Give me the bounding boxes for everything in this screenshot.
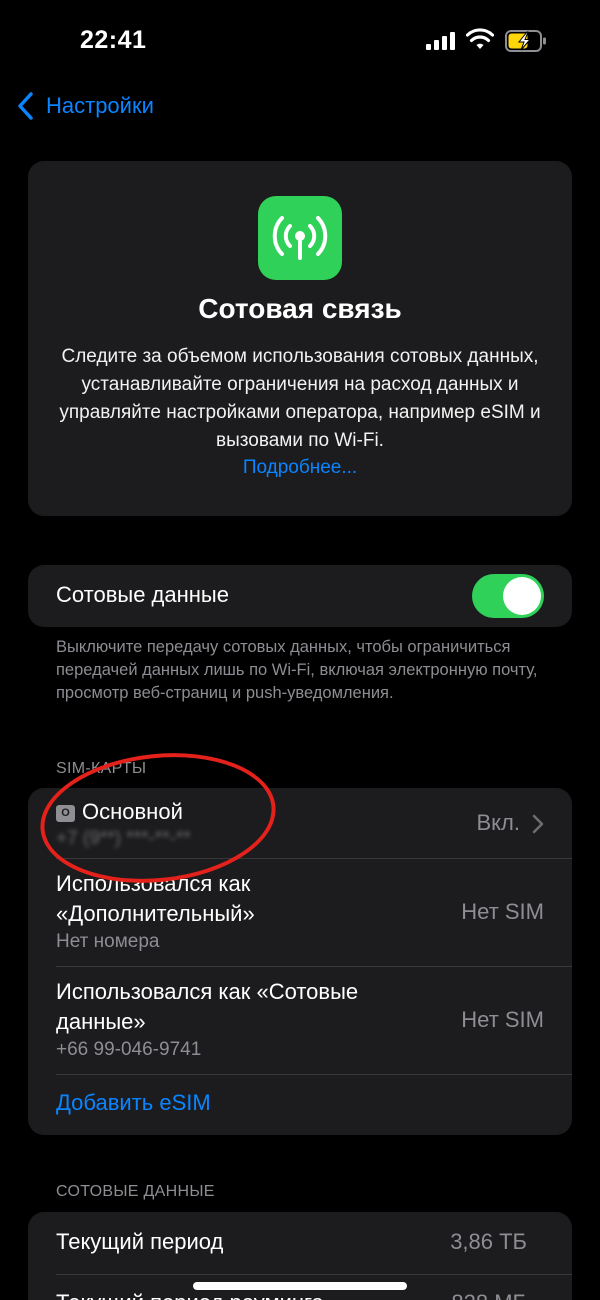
battery-charging-icon <box>505 30 546 52</box>
status-time: 22:41 <box>80 26 147 54</box>
roaming-period-value: 828 МБ <box>451 1290 527 1300</box>
sim-secondary-status: Нет SIM <box>461 899 544 924</box>
sim-data-status: Нет SIM <box>461 1007 544 1032</box>
sim-secondary-subtitle: Нет номера <box>56 931 160 952</box>
current-period-label: Текущий период <box>56 1229 224 1254</box>
cellular-data-toggle[interactable] <box>472 574 544 618</box>
cellular-data-footnote: Выключите передачу сотовых данных, чтобы… <box>56 638 538 702</box>
divider <box>56 1274 572 1275</box>
hero-description: Следите за объемом использования сотовых… <box>59 346 541 451</box>
sim-data-title: Использовался как «Сотовые данные» <box>56 979 359 1034</box>
sim-data-number: +66 99-046-9741 <box>56 1039 202 1060</box>
back-button[interactable]: Настройки <box>14 88 154 124</box>
cellular-app-icon <box>258 196 342 280</box>
current-period-value: 3,86 ТБ <box>450 1229 527 1254</box>
cellular-signal-icon <box>426 32 456 50</box>
cellular-settings-screen: 22:41 Настройки Сотовая связь Следите за… <box>0 0 600 1300</box>
divider <box>56 1074 572 1075</box>
cellular-data-label: Сотовые данные <box>56 582 229 607</box>
home-indicator[interactable] <box>193 1282 407 1290</box>
add-esim-button[interactable]: Добавить eSIM <box>56 1090 211 1116</box>
cellular-info-card: Сотовая связь Следите за объемом использ… <box>28 161 572 516</box>
roaming-period-label: Текущий период роуминга <box>56 1290 324 1300</box>
data-section-header: СОТОВЫЕ ДАННЫЕ <box>56 1183 215 1200</box>
chevron-left-icon <box>18 92 33 120</box>
hero-title: Сотовая связь <box>198 293 402 324</box>
status-bar: 22:41 <box>0 0 600 80</box>
wifi-icon <box>466 28 494 49</box>
sim-row-data[interactable]: Использовался как «Сотовые данные» +66 9… <box>28 967 572 1074</box>
antenna-icon <box>272 216 328 260</box>
cellular-data-row: Сотовые данные <box>28 565 572 627</box>
toggle-knob <box>503 577 541 615</box>
chevron-right-icon <box>532 814 544 834</box>
back-label: Настройки <box>46 93 154 118</box>
sim-primary-status: Вкл. <box>476 810 521 835</box>
learn-more-link[interactable]: Подробнее... <box>28 457 572 479</box>
